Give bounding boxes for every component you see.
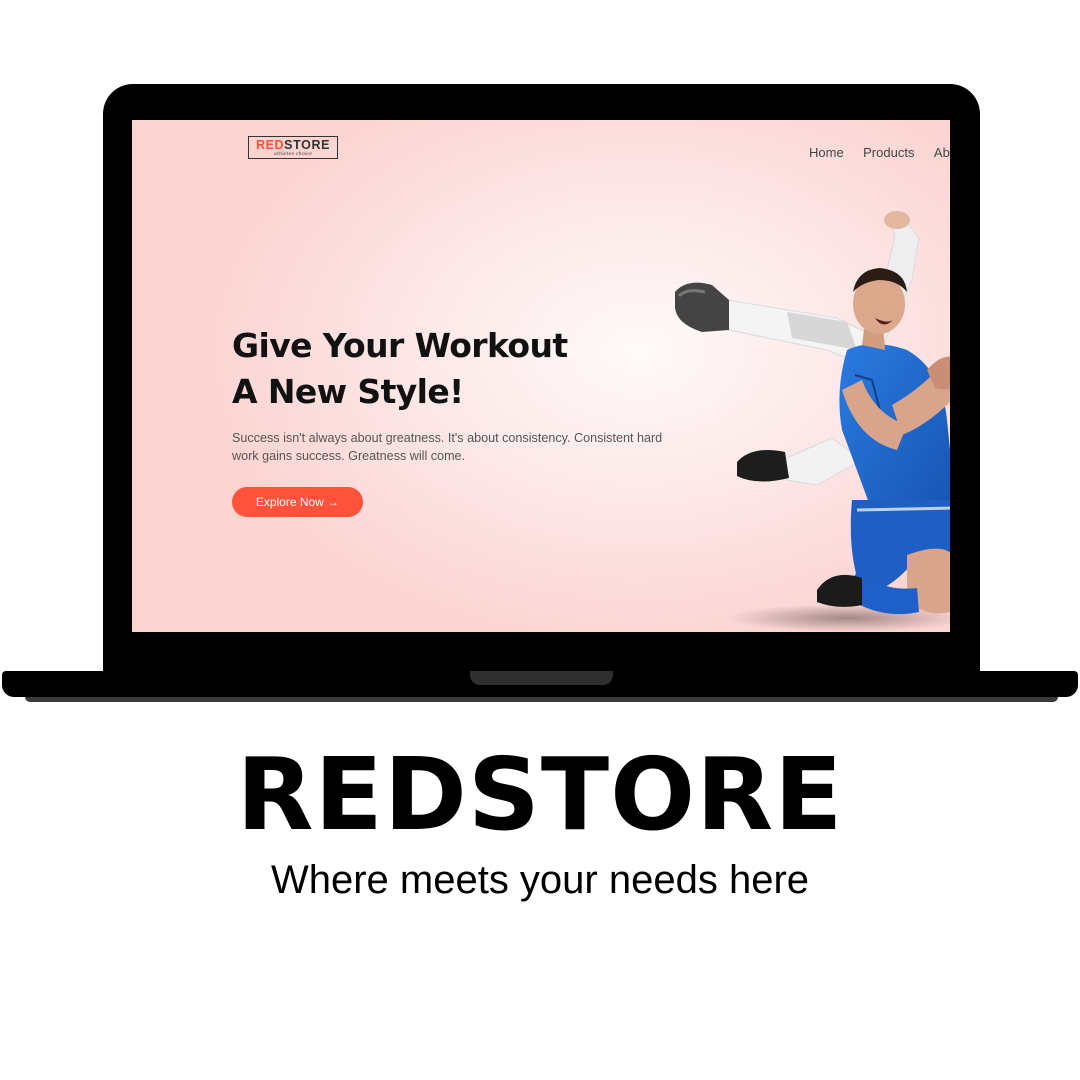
nav-item-about[interactable]: About: [934, 145, 950, 160]
explore-now-button[interactable]: Explore Now →: [232, 487, 363, 517]
nav-item-products[interactable]: Products: [863, 145, 914, 160]
laptop-notch: [470, 671, 613, 685]
logo-subtitle: athletes choice: [273, 151, 313, 157]
athlete-image: [675, 211, 950, 632]
laptop-base-shadow: [25, 697, 1058, 702]
brand-tagline: Where meets your needs here: [270, 858, 810, 902]
hero-description: Success isn't always about greatness. It…: [232, 431, 663, 463]
hero-title-line2: A New Style!: [232, 372, 464, 411]
laptop-screen: REDSTORE athletes choice Home Products A…: [132, 120, 950, 632]
logo-wordmark: REDSTORE: [249, 138, 337, 152]
hero-title-line1: Give Your Workout: [232, 326, 568, 365]
nav-item-home[interactable]: Home: [809, 145, 844, 160]
site-logo[interactable]: REDSTORE athletes choice: [248, 136, 338, 159]
site-nav: Home Products About: [809, 144, 950, 162]
logo-red-part: RED: [255, 138, 285, 152]
mockup-page: REDSTORE athletes choice Home Products A…: [0, 0, 1080, 1080]
hero-title: Give Your Workout A New Style!: [232, 323, 568, 415]
brand-title: REDSTORE: [236, 736, 844, 853]
logo-dark-part: STORE: [284, 138, 331, 152]
